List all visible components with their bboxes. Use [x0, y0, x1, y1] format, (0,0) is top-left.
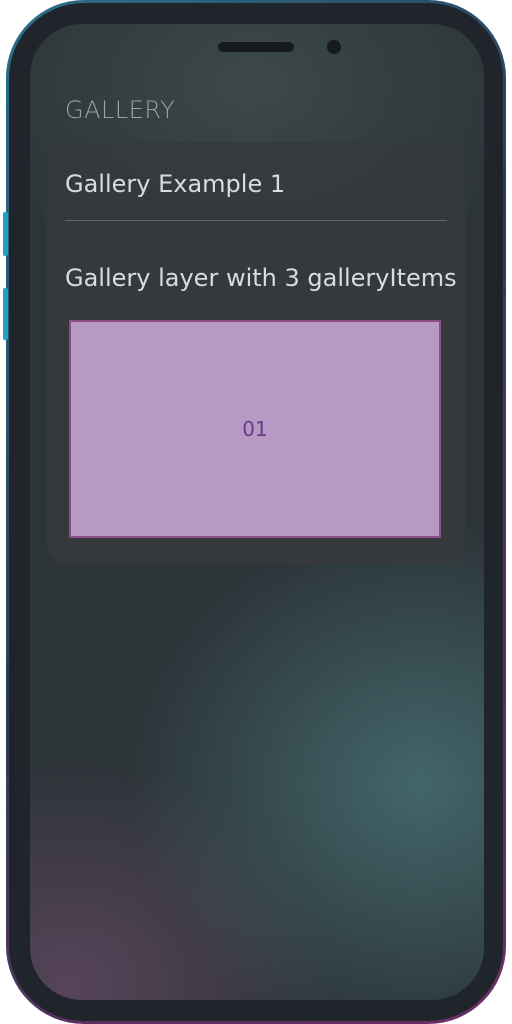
front-camera	[327, 40, 341, 54]
section-header: GALLERY	[65, 96, 176, 124]
card-divider	[65, 220, 447, 221]
card-title: Gallery Example 1	[65, 170, 286, 198]
speaker-grille	[218, 42, 294, 52]
volume-up-button	[3, 212, 8, 256]
gallery-card: Gallery Example 1 Gallery layer with 3 g…	[47, 142, 465, 564]
gallery-item[interactable]: 01	[69, 320, 441, 538]
volume-down-button	[3, 288, 8, 340]
card-subtitle: Gallery layer with 3 galleryItems	[65, 264, 457, 292]
gallery-item-label: 01	[242, 417, 268, 441]
